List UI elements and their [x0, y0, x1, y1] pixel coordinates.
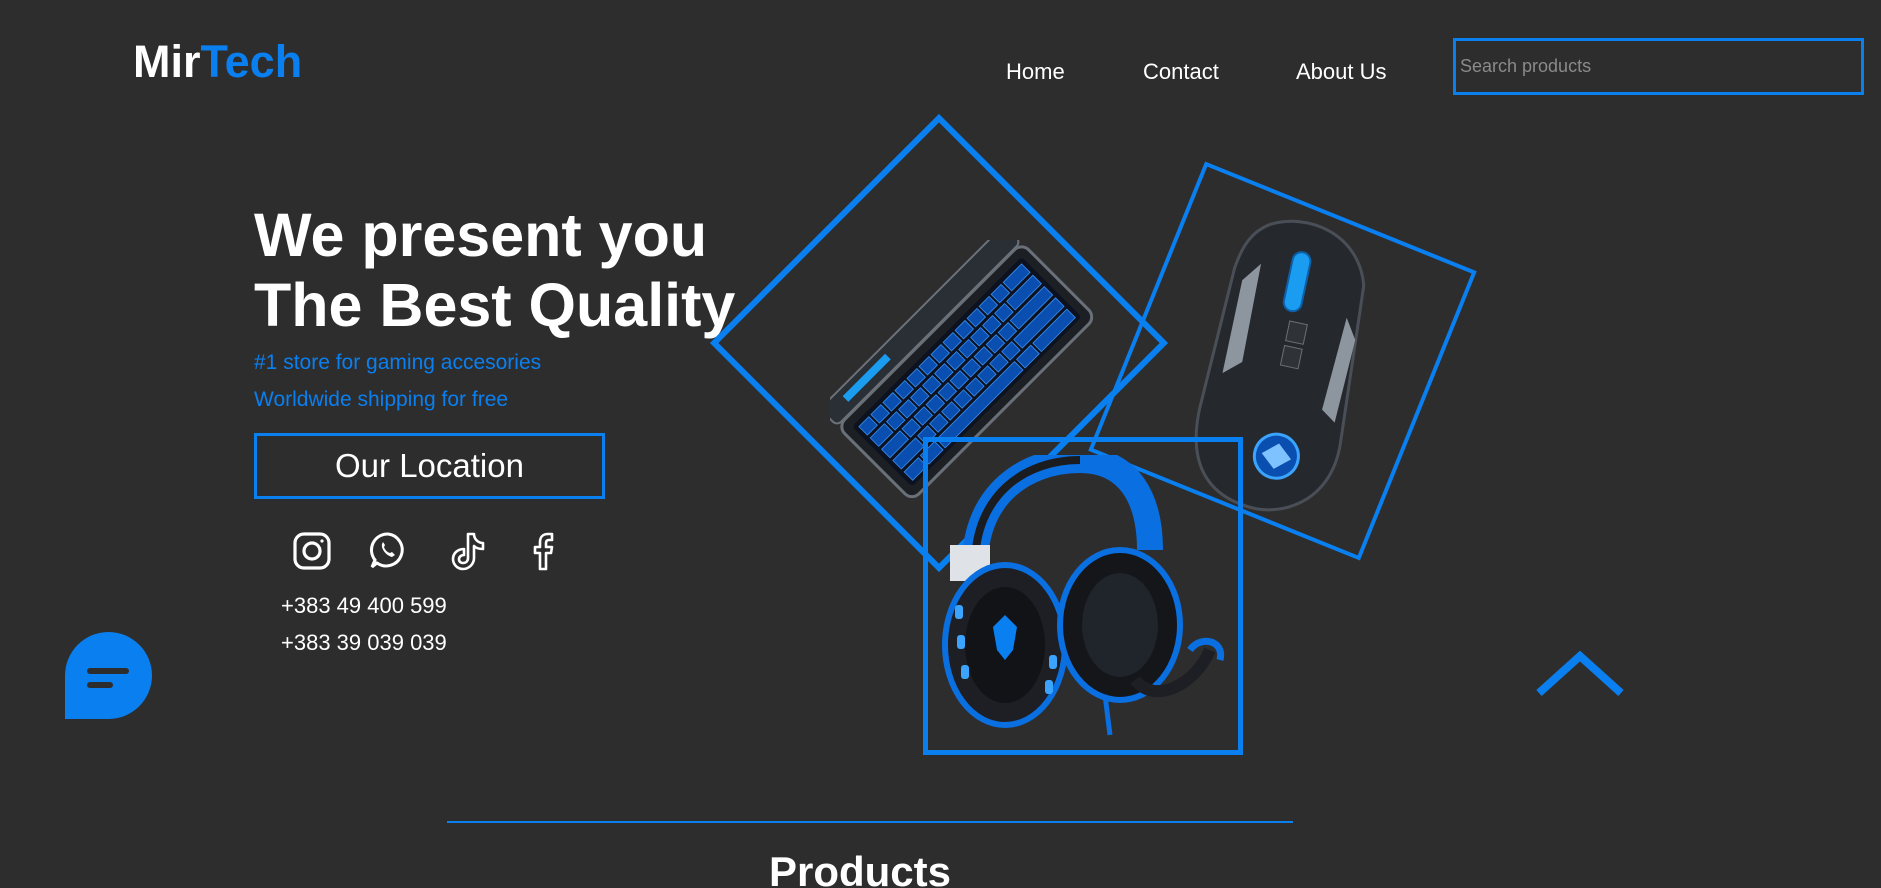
chat-line — [87, 668, 129, 674]
phone-number: +383 39 039 039 — [281, 630, 447, 655]
phone-number: +383 49 400 599 — [281, 593, 447, 618]
facebook-icon[interactable] — [523, 530, 563, 572]
hero-tagline-store: #1 store for gaming accesories — [254, 351, 542, 374]
hero-headline: We present you The Best Quality — [254, 200, 735, 340]
nav-link-about-us[interactable]: About Us — [1296, 57, 1387, 87]
headset-image — [935, 455, 1235, 745]
chat-bubble-button[interactable] — [65, 632, 152, 719]
tiktok-icon[interactable] — [448, 530, 488, 572]
hero-headline-line1: We present you — [254, 201, 708, 269]
chat-line — [87, 682, 113, 688]
hero-tagline-shipping: Worldwide shipping for free — [254, 388, 509, 411]
nav-link-home[interactable]: Home — [1006, 57, 1065, 87]
page: MirTech Home Contact About Us We present… — [0, 0, 1881, 888]
nav-link-contact[interactable]: Contact — [1143, 57, 1219, 87]
section-divider — [447, 821, 1293, 823]
scroll-to-top-chevron-icon[interactable] — [1535, 647, 1625, 707]
products-section-title: Products — [768, 848, 952, 888]
hero-headline-line2: The Best Quality — [254, 271, 736, 339]
instagram-icon[interactable] — [292, 530, 332, 572]
our-location-button[interactable]: Our Location — [254, 433, 605, 499]
whatsapp-icon[interactable] — [368, 530, 408, 572]
search-input[interactable] — [1453, 38, 1864, 95]
